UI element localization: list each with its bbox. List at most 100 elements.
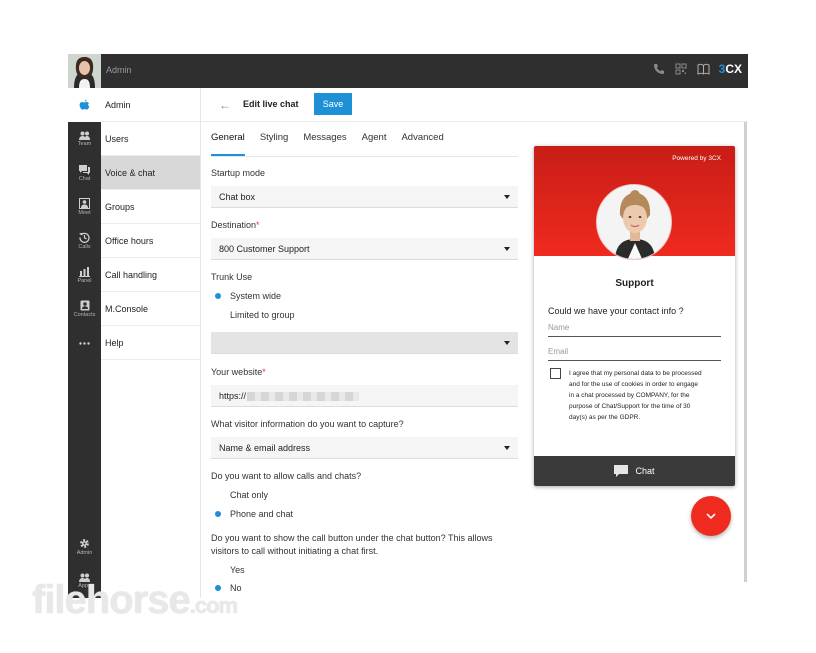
radio-label: System wide	[230, 291, 282, 301]
chat-name-input[interactable]: Name	[548, 319, 721, 337]
tab-bar: General Styling Messages Agent Advanced	[211, 132, 444, 156]
phone-icon[interactable]	[653, 63, 666, 76]
radio-label: Phone and chat	[230, 509, 294, 519]
trunk-use-label: Trunk Use	[211, 272, 253, 282]
subnav-item-call-handling[interactable]: Call handling	[101, 258, 200, 292]
rail-item-admin[interactable]: Admin	[68, 530, 101, 564]
startup-mode-select[interactable]: Chat box	[211, 186, 518, 208]
subnav-item-voice-chat[interactable]: Voice & chat	[101, 156, 200, 190]
back-arrow-icon[interactable]: ←	[219, 98, 233, 112]
subnav-item-groups[interactable]: Groups	[101, 190, 200, 224]
tab-styling[interactable]: Styling	[260, 132, 289, 156]
top-user-label: Admin	[106, 65, 132, 75]
rail-label: Team	[77, 141, 92, 147]
apple-icon[interactable]	[68, 88, 101, 122]
watermark: filehorse.com	[32, 578, 238, 622]
tab-general[interactable]: General	[211, 132, 245, 156]
destination-label: Destination*	[211, 220, 260, 230]
startup-mode-value: Chat box	[219, 192, 256, 202]
qr-code-icon[interactable]	[675, 63, 688, 76]
rail-label: Calls	[78, 244, 91, 250]
rail-item-contacts[interactable]: Contacts	[68, 292, 101, 326]
chat-bubble-icon	[614, 465, 629, 477]
group-select[interactable]	[211, 332, 518, 354]
rail-label: Chat	[78, 175, 91, 182]
chat-footer-button[interactable]: Chat	[534, 456, 735, 486]
secondary-nav: Admin Users Voice & chat Groups Office h…	[101, 88, 201, 598]
powered-by-label: Powered by 3CX	[672, 155, 721, 162]
radio-system-wide[interactable]: System wide	[211, 289, 281, 303]
history-icon	[79, 232, 90, 243]
consent-line: day(s) as per the GDPR.	[569, 414, 641, 421]
radio-label: Limited to group	[230, 310, 295, 320]
radio-yes[interactable]: Yes	[211, 563, 245, 577]
gear-icon	[80, 539, 89, 548]
website-input[interactable]: https://	[211, 385, 518, 407]
subnav-item-admin[interactable]: Admin	[101, 88, 200, 122]
team-icon	[79, 131, 90, 140]
dropdown-arrow-icon	[504, 247, 510, 251]
destination-value: 800 Customer Support	[219, 244, 310, 254]
call-button-label-1: Do you want to show the call button unde…	[211, 533, 493, 543]
page-title: Edit live chat	[243, 99, 299, 109]
consent-text: I agree that my personal data to be proc…	[569, 368, 702, 423]
call-button-label-2: visitors to call without initiating a ch…	[211, 546, 379, 556]
tab-advanced[interactable]: Advanced	[401, 132, 443, 156]
redacted-url	[247, 392, 360, 402]
tab-agent[interactable]: Agent	[362, 132, 387, 156]
consent-line: I agree that my personal data to be proc…	[569, 370, 702, 377]
left-rail: Team Chat Meet Calls Panel Contacts Admi…	[68, 88, 101, 598]
scrollbar[interactable]	[744, 122, 747, 582]
radio-chat-only[interactable]: Chat only	[211, 488, 268, 502]
meet-icon	[79, 198, 90, 209]
agent-photo	[596, 184, 672, 260]
radio-dot	[211, 563, 225, 577]
top-bar: Admin 3CX	[68, 54, 748, 88]
visitor-info-value: Name & email address	[219, 443, 311, 453]
chevron-down-icon	[706, 513, 716, 519]
dropdown-arrow-icon	[504, 195, 510, 199]
subnav-item-office-hours[interactable]: Office hours	[101, 224, 200, 258]
radio-label: Chat only	[230, 490, 269, 500]
user-avatar[interactable]	[68, 54, 101, 88]
more-icon	[79, 341, 90, 345]
rail-label: Admin	[76, 550, 93, 556]
radio-limited-to-group[interactable]: Limited to group	[211, 308, 295, 322]
subnav-item-help[interactable]: Help	[101, 326, 200, 360]
rail-label: Meet	[78, 210, 91, 216]
save-button[interactable]: Save	[314, 93, 352, 115]
rail-item-chat[interactable]: Chat	[68, 156, 101, 190]
chat-email-input[interactable]: Email	[548, 343, 721, 361]
rail-item-calls[interactable]: Calls	[68, 224, 101, 258]
visitor-info-label: What visitor information do you want to …	[211, 419, 404, 429]
consent-checkbox[interactable]	[550, 368, 561, 379]
chat-preview: Powered by 3CX Support Could we have you…	[534, 146, 735, 486]
radio-dot	[211, 488, 225, 502]
consent-row: I agree that my personal data to be proc…	[550, 368, 730, 423]
rail-item-team[interactable]: Team	[68, 122, 101, 156]
page-header: ← Edit live chat Save	[201, 88, 748, 122]
chat-footer-label: Chat	[635, 466, 655, 476]
startup-mode-label: Startup mode	[211, 168, 266, 178]
radio-label: Yes	[230, 565, 245, 575]
tab-messages[interactable]: Messages	[303, 132, 346, 156]
subnav-item-mconsole[interactable]: M.Console	[101, 292, 200, 326]
tabs-divider	[211, 156, 518, 157]
website-value: https://	[219, 391, 247, 401]
website-label: Your website*	[211, 367, 266, 377]
rail-item-more[interactable]	[68, 326, 101, 360]
subnav-item-users[interactable]: Users	[101, 122, 200, 156]
chat-toggle-button[interactable]	[691, 496, 731, 536]
contacts-icon	[80, 300, 89, 311]
rail-item-meet[interactable]: Meet	[68, 190, 101, 224]
consent-line: in a chat processed by COMPANY, for the	[569, 392, 690, 399]
visitor-info-select[interactable]: Name & email address	[211, 437, 518, 459]
rail-item-panel[interactable]: Panel	[68, 258, 101, 292]
radio-dot	[211, 308, 225, 322]
consent-line: purpose of Chat/Support for the time of …	[569, 403, 691, 410]
rail-label: Contacts	[73, 312, 96, 318]
destination-select[interactable]: 800 Customer Support	[211, 238, 518, 260]
rail-label: Panel	[77, 277, 92, 284]
radio-phone-and-chat[interactable]: Phone and chat	[211, 507, 293, 521]
book-icon[interactable]	[697, 63, 710, 76]
